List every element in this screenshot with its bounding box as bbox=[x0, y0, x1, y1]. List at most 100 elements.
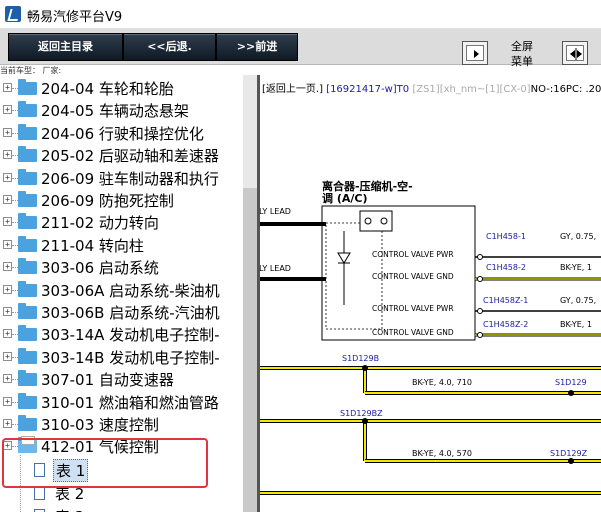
expand-icon[interactable]: + bbox=[3, 83, 12, 92]
tree-item[interactable]: +211-02 动力转向 bbox=[0, 211, 243, 233]
wire-spec: BK-YE, 1 bbox=[560, 320, 592, 329]
app-icon bbox=[5, 6, 21, 22]
tree-item[interactable]: +211-04 转向柱 bbox=[0, 234, 243, 256]
wiring-diagram: 离合器-压缩机-空- 调 (A/C) LY LEAD LY LEAD CONTR… bbox=[260, 179, 601, 495]
wire-1 bbox=[475, 254, 601, 260]
tree-item[interactable]: +204-06 行驶和操控优化 bbox=[0, 122, 243, 144]
wire-2 bbox=[475, 276, 601, 282]
folder-icon bbox=[18, 392, 37, 409]
subitem-label: 表 3 bbox=[53, 506, 86, 512]
tree-item[interactable]: +206-09 防抱死控制 bbox=[0, 189, 243, 211]
pin-label: CONTROL VALVE GND bbox=[372, 272, 454, 281]
tree-item-label: 211-04 转向柱 bbox=[41, 236, 144, 255]
tree-item-label: 206-09 防抱死控制 bbox=[41, 192, 174, 210]
fullscreen-menu-label[interactable]: 全屏 菜单 bbox=[500, 39, 544, 69]
folder-icon bbox=[18, 168, 37, 185]
bus-end-id: S1D129Z bbox=[550, 449, 588, 458]
folder-icon bbox=[18, 258, 37, 275]
app-title: 畅易汽修平台V9 bbox=[27, 10, 123, 25]
folder-icon bbox=[18, 123, 37, 140]
wire-spec: BK-YE, 1 bbox=[560, 263, 592, 272]
tree-item-label: 204-06 行驶和操控优化 bbox=[41, 124, 204, 143]
tree-item-label: 204-04 车轮和轮胎 bbox=[41, 80, 174, 98]
tree-item-label: 303-14B 发动机电子控制- bbox=[41, 348, 220, 367]
folder-icon bbox=[18, 415, 37, 431]
expand-icon[interactable]: + bbox=[3, 329, 12, 339]
wire-id: C1H458Z-2 bbox=[483, 320, 528, 329]
home-button[interactable]: 返回主目录 bbox=[8, 33, 123, 61]
tree-item[interactable]: +303-14B 发动机电子控制- bbox=[0, 346, 243, 368]
tree-item-label: 310-03 速度控制 bbox=[41, 416, 159, 434]
panel-left-icon bbox=[466, 45, 484, 61]
expand-icon bbox=[566, 45, 584, 61]
expand-icon[interactable]: + bbox=[3, 195, 12, 204]
lead-label-2: LY LEAD bbox=[260, 264, 291, 273]
wire-id: C1H458-1 bbox=[486, 232, 526, 241]
wiring-diagram-view: [返回上一页.] [16921417-w]T0 [ZS1][xh_nm~[1][… bbox=[260, 75, 601, 512]
tree-item[interactable]: +204-04 车轮和轮胎 bbox=[0, 77, 243, 99]
tree-item-label: 310-01 燃油箱和燃油管路 bbox=[41, 393, 219, 412]
wire-spec: GY, 0.75, bbox=[560, 232, 596, 241]
pin-label: CONTROL VALVE GND bbox=[372, 328, 454, 337]
tree-subitem[interactable]: 表 3 bbox=[0, 505, 243, 512]
fullscreen-label: 全屏 bbox=[511, 40, 533, 53]
tree-item-label: 303-14A 发动机电子控制- bbox=[41, 326, 220, 345]
tree-item[interactable]: +206-09 驻车制动器和执行 bbox=[0, 167, 243, 189]
document-icon bbox=[34, 486, 45, 500]
expand-icon[interactable]: + bbox=[3, 307, 12, 316]
expand-icon[interactable]: + bbox=[3, 284, 12, 294]
folder-icon bbox=[18, 191, 37, 207]
folder-icon bbox=[18, 235, 37, 252]
bus-spec: BK-YE, 4.0, 710 bbox=[412, 378, 472, 387]
tree-item[interactable]: +303-06B 启动系统-汽油机 bbox=[0, 301, 243, 323]
expand-icon[interactable]: + bbox=[3, 150, 12, 160]
expand-icon[interactable]: + bbox=[3, 262, 12, 272]
folder-icon bbox=[18, 325, 37, 342]
bus-id: S1D129BZ bbox=[340, 409, 383, 418]
back-button[interactable]: <<后退. bbox=[123, 33, 216, 61]
collapse-panel-button[interactable] bbox=[462, 41, 488, 65]
menu-label: 菜单 bbox=[511, 55, 533, 68]
folder-icon bbox=[18, 280, 37, 297]
expand-icon[interactable]: + bbox=[3, 351, 12, 361]
expand-icon[interactable]: + bbox=[3, 239, 12, 249]
folder-icon bbox=[18, 79, 37, 95]
expand-icon[interactable]: + bbox=[3, 172, 12, 182]
expand-icon[interactable]: + bbox=[3, 217, 12, 227]
tree-item-label: 204-05 车辆动态悬架 bbox=[41, 102, 189, 121]
tree-item[interactable]: +303-06A 启动系统-柴油机 bbox=[0, 279, 243, 301]
tree-item[interactable]: +310-03 速度控制 bbox=[0, 413, 243, 435]
folder-icon bbox=[18, 303, 37, 319]
folder-icon bbox=[18, 213, 37, 230]
tree-item[interactable]: +307-01 自动变速器 bbox=[0, 368, 243, 390]
expand-icon[interactable]: + bbox=[3, 105, 12, 115]
component-title-2: 调 (A/C) bbox=[322, 191, 368, 205]
forward-button[interactable]: >>前进 bbox=[216, 33, 298, 61]
pin-label: CONTROL VALVE PWR bbox=[372, 250, 454, 259]
expand-icon[interactable]: + bbox=[3, 396, 12, 406]
tree-item-label: 307-01 自动变速器 bbox=[41, 371, 174, 390]
wire-3 bbox=[475, 308, 601, 314]
tree-item-label: 205-02 后驱动轴和差速器 bbox=[41, 147, 219, 166]
bus-end-id: S1D129 bbox=[555, 378, 587, 387]
expand-icon[interactable]: + bbox=[3, 127, 12, 137]
fullscreen-button[interactable] bbox=[562, 41, 588, 65]
folder-icon bbox=[18, 101, 37, 118]
tree-item-label: 211-02 动力转向 bbox=[41, 214, 159, 233]
tree-item[interactable]: +303-14A 发动机电子控制- bbox=[0, 323, 243, 345]
expand-icon[interactable]: + bbox=[3, 419, 12, 428]
bus-id: S1D129B bbox=[342, 354, 379, 363]
tree-item-label: 303-06B 启动系统-汽油机 bbox=[41, 304, 220, 322]
expand-icon[interactable]: + bbox=[3, 374, 12, 384]
folder-icon bbox=[18, 370, 37, 387]
tree-item[interactable]: +204-05 车辆动态悬架 bbox=[0, 99, 243, 121]
bus-spec: BK-YE, 4.0, 570 bbox=[412, 449, 472, 458]
tree-item-label: 206-09 驻车制动器和执行 bbox=[41, 169, 219, 188]
tree-item[interactable]: +205-02 后驱动轴和差速器 bbox=[0, 144, 243, 166]
title-bar: 畅易汽修平台V9 bbox=[0, 0, 601, 29]
tree-scrollbar-thumb[interactable] bbox=[243, 188, 257, 512]
tree-item[interactable]: +303-06 启动系统 bbox=[0, 256, 243, 278]
tree-item[interactable]: +310-01 燃油箱和燃油管路 bbox=[0, 391, 243, 413]
pin-label: CONTROL VALVE PWR bbox=[372, 304, 454, 313]
wire-id: C1H458Z-1 bbox=[483, 296, 528, 305]
